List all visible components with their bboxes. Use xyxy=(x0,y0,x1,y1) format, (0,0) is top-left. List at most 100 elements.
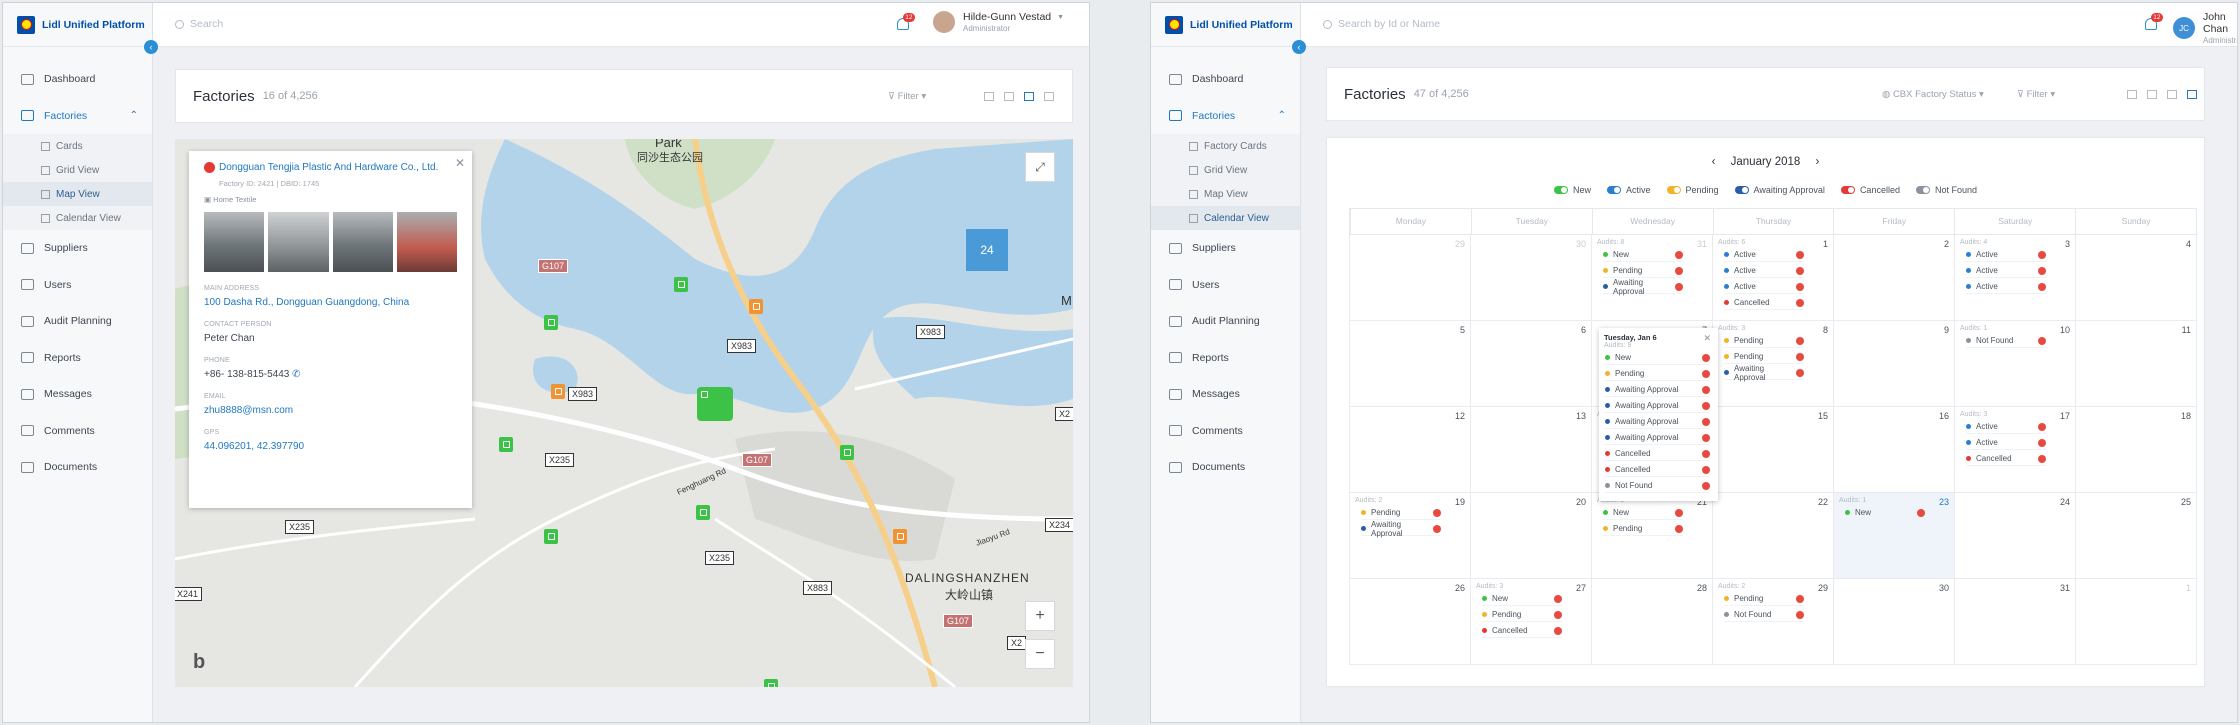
sidebar-item-reports[interactable]: Reports xyxy=(3,340,152,377)
calendar-day-cell[interactable]: 30 xyxy=(1834,579,1955,665)
audit-event[interactable]: Pending xyxy=(1361,506,1441,520)
fullscreen-button[interactable]: ⤢ xyxy=(1025,152,1055,182)
map-view-icon[interactable] xyxy=(2167,90,2177,99)
audit-event[interactable]: Active xyxy=(1724,264,1804,278)
cards-view-icon[interactable] xyxy=(2127,90,2137,99)
audit-event[interactable]: Pending xyxy=(1482,608,1562,622)
calendar-day-cell[interactable]: 19 Audits: 2 Pending Awaiting Approval xyxy=(1349,493,1471,579)
calendar-day-cell[interactable]: 26 xyxy=(1349,579,1471,665)
calendar-day-cell[interactable]: 31 Audits: 8 New Pending Awaiting Approval xyxy=(1592,235,1713,321)
calendar-day-cell[interactable]: 9 xyxy=(1834,321,1955,407)
submenu-item-map-view[interactable]: Map View xyxy=(1151,182,1300,206)
audit-event[interactable]: New xyxy=(1603,506,1683,520)
audit-event[interactable]: Pending xyxy=(1603,264,1683,278)
zoom-out-button[interactable]: − xyxy=(1025,639,1055,669)
legend-toggle[interactable]: Cancelled xyxy=(1840,185,1900,195)
calendar-day-cell[interactable]: 18 xyxy=(2076,407,2197,493)
audit-event[interactable]: Awaiting Approval xyxy=(1603,278,1683,296)
audit-event[interactable]: Pending xyxy=(1605,367,1710,381)
audit-event[interactable]: Cancelled xyxy=(1482,624,1562,638)
calendar-day-cell[interactable]: 27 Audits: 3 New Pending Cancelled xyxy=(1471,579,1592,665)
search-input[interactable]: Search xyxy=(175,18,223,30)
sidebar-collapse-button[interactable]: ‹ xyxy=(144,40,158,54)
grid-view-icon[interactable] xyxy=(1004,92,1014,101)
audit-event[interactable]: New xyxy=(1603,248,1683,262)
audit-event[interactable]: Not Found xyxy=(1605,479,1710,493)
calendar-day-cell[interactable]: 8 Audits: 3 Pending Pending Awaiting Approva… xyxy=(1713,321,1834,407)
sidebar-item-suppliers[interactable]: Suppliers xyxy=(1151,230,1300,267)
audit-event[interactable]: Pending xyxy=(1603,522,1683,536)
sidebar-item-messages[interactable]: Messages xyxy=(1151,376,1300,413)
sidebar-item-audit-planning[interactable]: Audit Planning xyxy=(1151,303,1300,340)
chevron-left-icon[interactable]: ‹ xyxy=(1712,156,1716,168)
filter-button[interactable]: ⊽ Filter ▾ xyxy=(888,91,926,102)
calendar-day-cell[interactable]: 21Audits: 2NewPending xyxy=(1592,493,1713,579)
map-view-icon[interactable] xyxy=(1024,92,1034,101)
zoom-in-button[interactable]: + xyxy=(1025,601,1055,631)
chevron-up-icon[interactable]: ⌃ xyxy=(1278,110,1286,121)
factory-map[interactable]: Park 同沙生态公园 DALINGSHANZHEN 大岭山镇 Fenghuan… xyxy=(175,139,1073,687)
factory-photo[interactable] xyxy=(268,212,329,272)
calendar-day-cell[interactable]: 20 xyxy=(1471,493,1592,579)
audit-event[interactable]: Active xyxy=(1724,280,1804,294)
calendar-day-cell[interactable]: 13 xyxy=(1471,407,1592,493)
factory-marker-orange[interactable] xyxy=(551,384,565,399)
sidebar-item-comments[interactable]: Comments xyxy=(1151,413,1300,450)
factory-marker-green[interactable] xyxy=(764,679,778,687)
legend-toggle[interactable]: Pending xyxy=(1666,185,1719,195)
calendar-view-icon[interactable] xyxy=(2187,90,2197,99)
calendar-day-cell[interactable]: 23 Audits: 1 New xyxy=(1834,493,1955,579)
audit-event[interactable]: Active xyxy=(1724,248,1804,262)
audit-event[interactable]: New xyxy=(1482,592,1562,606)
audit-event[interactable]: Cancelled xyxy=(1605,463,1710,477)
audit-event[interactable]: Awaiting Approval xyxy=(1605,399,1710,413)
audit-event[interactable]: Cancelled xyxy=(1605,447,1710,461)
calendar-day-cell[interactable]: 31 xyxy=(1955,579,2076,665)
calendar-day-cell[interactable]: 10 Audits: 1 Not Found xyxy=(1955,321,2076,407)
audit-event[interactable]: Active xyxy=(1966,248,2046,262)
grid-view-icon[interactable] xyxy=(2147,90,2157,99)
close-icon[interactable]: ✕ xyxy=(455,156,465,170)
chevron-up-icon[interactable]: ⌃ xyxy=(130,110,138,121)
cards-view-icon[interactable] xyxy=(984,92,994,101)
sidebar-item-dashboard[interactable]: Dashboard xyxy=(1151,61,1300,98)
calendar-day-cell[interactable]: 12 xyxy=(1349,407,1471,493)
sidebar-item-suppliers[interactable]: Suppliers xyxy=(3,230,152,267)
calendar-day-cell[interactable]: 1 xyxy=(2076,579,2197,665)
audit-event[interactable]: Active xyxy=(1966,436,2046,450)
factory-photo[interactable] xyxy=(204,212,265,272)
sidebar-item-reports[interactable]: Reports xyxy=(1151,340,1300,377)
factory-marker-orange[interactable] xyxy=(893,529,907,544)
audit-event[interactable]: Awaiting Approval xyxy=(1605,415,1710,429)
sidebar-item-dashboard[interactable]: Dashboard xyxy=(3,61,152,98)
audit-event[interactable]: Not Found xyxy=(1966,334,2046,348)
sidebar-item-factories[interactable]: Factories ⌃ xyxy=(1151,98,1300,135)
audit-event[interactable]: Pending xyxy=(1724,350,1804,364)
factory-marker-green[interactable] xyxy=(696,505,710,520)
filter-button[interactable]: ⊽ Filter ▾ xyxy=(2017,89,2055,100)
audit-event[interactable]: Not Found xyxy=(1724,608,1804,622)
calendar-day-cell[interactable]: 28 xyxy=(1592,579,1713,665)
selected-factory-marker[interactable] xyxy=(697,387,733,421)
sidebar-item-users[interactable]: Users xyxy=(3,267,152,304)
sidebar-item-documents[interactable]: Documents xyxy=(1151,449,1300,486)
audit-event[interactable]: Active xyxy=(1966,420,2046,434)
user-menu[interactable]: JC John ChanAdministrator ▼ xyxy=(2173,11,2237,45)
audit-event[interactable]: Active xyxy=(1966,264,2046,278)
sidebar-item-messages[interactable]: Messages xyxy=(3,376,152,413)
calendar-day-cell[interactable]: 25 xyxy=(2076,493,2197,579)
legend-toggle[interactable]: Active xyxy=(1607,185,1651,195)
factory-name-link[interactable]: Dongguan Tengjia Plastic And Hardware Co… xyxy=(204,162,457,173)
audit-event[interactable]: New xyxy=(1605,351,1710,365)
calendar-day-cell[interactable]: 17 Audits: 3 Active Active Cancelled xyxy=(1955,407,2076,493)
submenu-item-calendar-view[interactable]: Calendar View xyxy=(3,206,152,230)
factory-marker-green[interactable] xyxy=(544,315,558,330)
calendar-view-icon[interactable] xyxy=(1044,92,1054,101)
submenu-item-cards[interactable]: Cards xyxy=(3,134,152,158)
audit-event[interactable]: Active xyxy=(1966,280,2046,294)
calendar-day-cell[interactable]: 3 Audits: 4 Active Active Active xyxy=(1955,235,2076,321)
calendar-day-cell[interactable]: 22 xyxy=(1713,493,1834,579)
submenu-item-factory-cards[interactable]: Factory Cards xyxy=(1151,134,1300,158)
audit-event[interactable]: Cancelled xyxy=(1724,296,1804,310)
chevron-right-icon[interactable]: › xyxy=(1816,156,1820,168)
